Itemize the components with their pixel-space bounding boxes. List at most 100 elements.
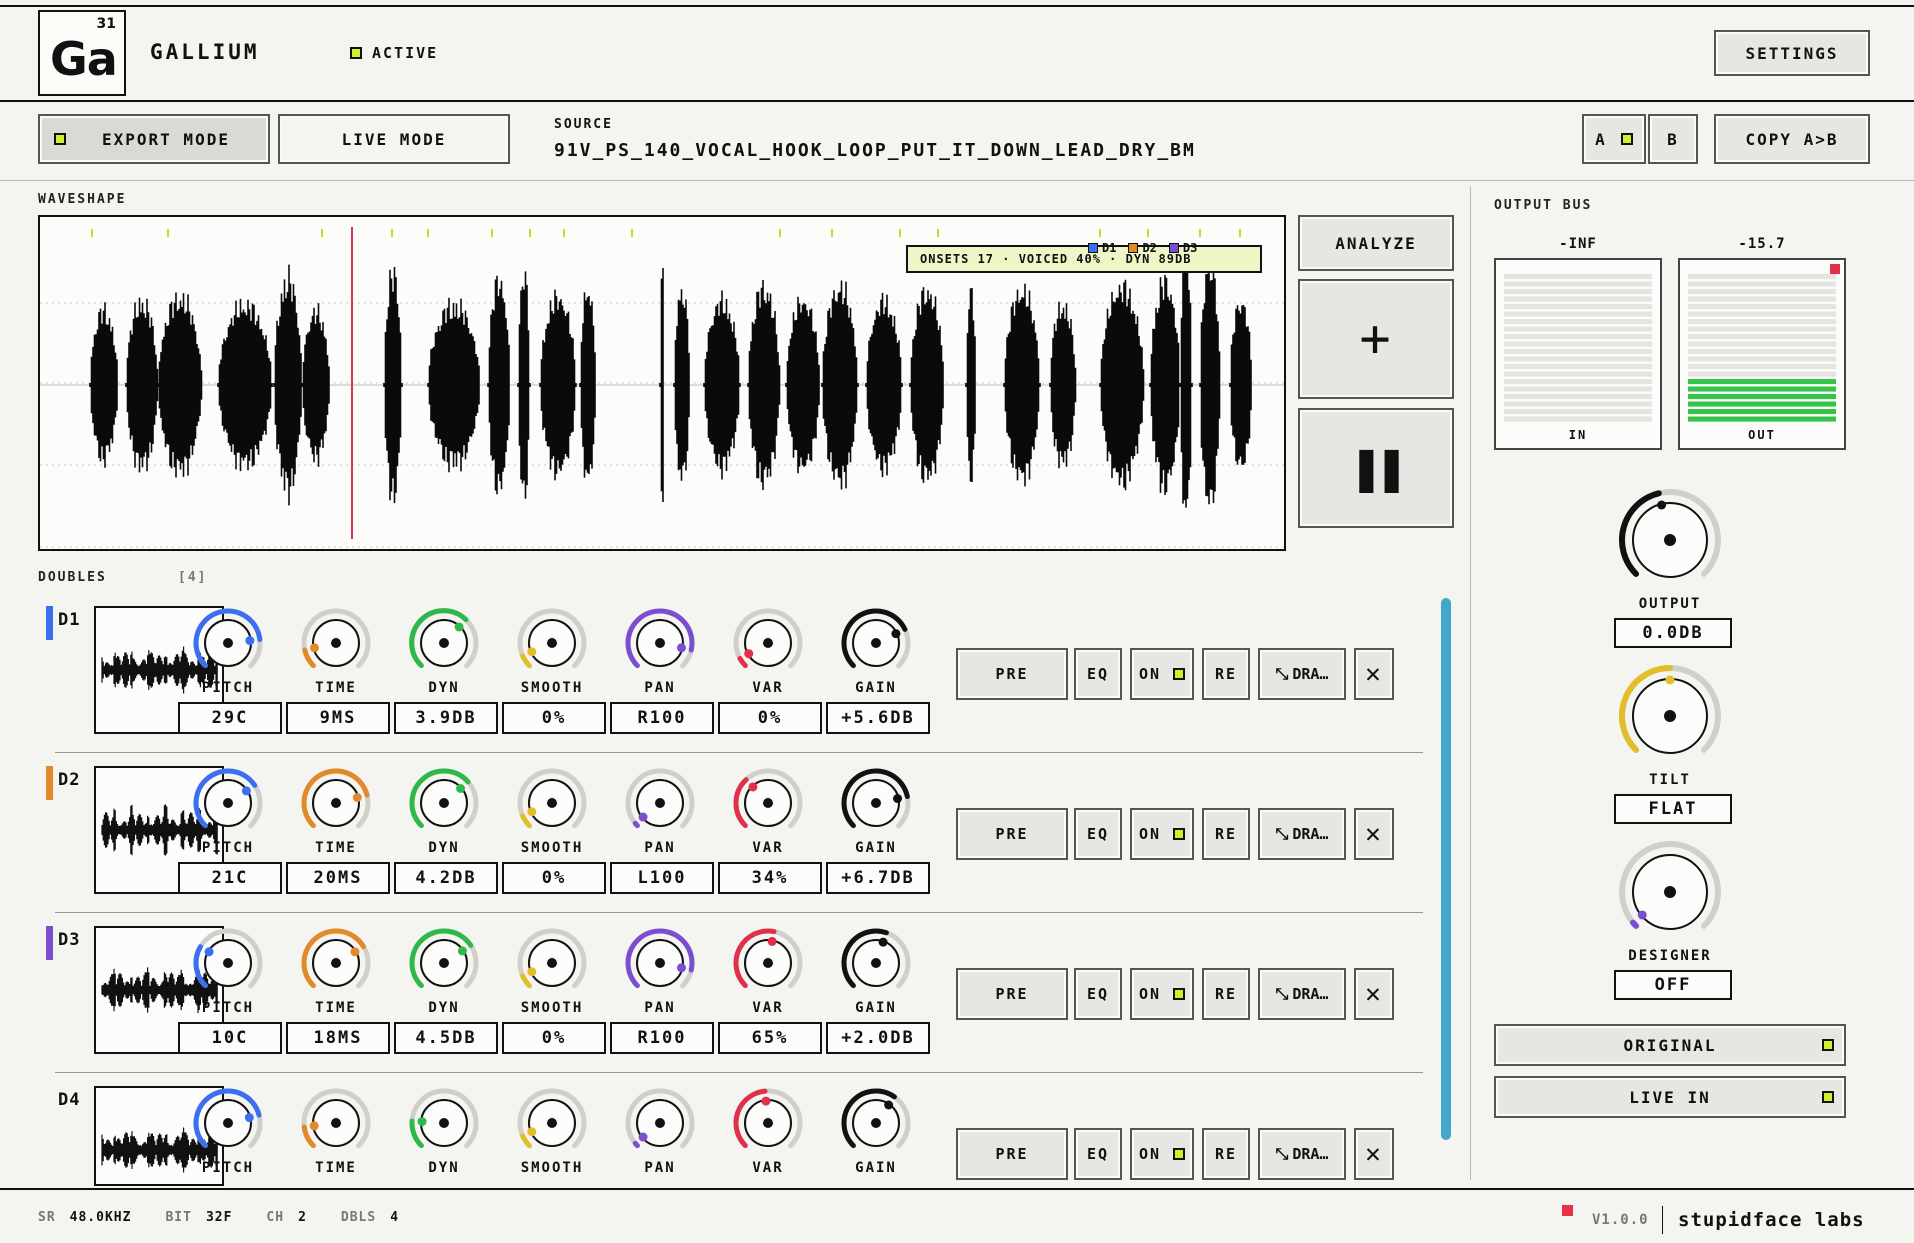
on-toggle[interactable]: ON bbox=[1130, 808, 1194, 860]
knob-value[interactable]: 29C bbox=[178, 702, 282, 734]
pan-knob[interactable] bbox=[620, 1086, 700, 1156]
knob-value[interactable]: L100 bbox=[610, 862, 714, 894]
knob-value[interactable]: +2.0DB bbox=[826, 1022, 930, 1054]
knob-value[interactable]: R100 bbox=[610, 1022, 714, 1054]
live-mode-button[interactable]: LIVE MODE bbox=[278, 114, 510, 164]
dyn-knob[interactable] bbox=[404, 1086, 484, 1156]
eq-button[interactable]: EQ bbox=[1074, 648, 1122, 700]
re-button[interactable]: RE bbox=[1202, 808, 1250, 860]
knob-value[interactable]: +5.6DB bbox=[826, 702, 930, 734]
pitch-knob[interactable] bbox=[188, 606, 268, 676]
on-toggle[interactable]: ON bbox=[1130, 1128, 1194, 1180]
gain-knob[interactable] bbox=[836, 1086, 916, 1156]
on-toggle[interactable]: ON bbox=[1130, 648, 1194, 700]
gain-knob[interactable] bbox=[836, 606, 916, 676]
gain-knob-pointer bbox=[884, 1100, 894, 1110]
re-button[interactable]: RE bbox=[1202, 968, 1250, 1020]
output-knob[interactable] bbox=[1614, 488, 1726, 588]
knob-value[interactable]: 3.9DB bbox=[394, 702, 498, 734]
input-meter: IN bbox=[1494, 258, 1662, 450]
dyn-knob[interactable] bbox=[404, 606, 484, 676]
knob-label: PITCH bbox=[201, 1160, 255, 1176]
output-knob-value[interactable]: 0.0DB bbox=[1614, 618, 1732, 648]
knob-value[interactable]: +6.7DB bbox=[826, 862, 930, 894]
pitch-knob[interactable] bbox=[188, 766, 268, 836]
pan-knob[interactable] bbox=[620, 606, 700, 676]
export-mode-button[interactable]: EXPORT MODE bbox=[38, 114, 270, 164]
waveform-display[interactable]: ONSETS 17 · VOICED 40% · DYN 89DB D1 D2 … bbox=[38, 215, 1286, 551]
pan-knob[interactable] bbox=[620, 926, 700, 996]
pan-knob[interactable] bbox=[620, 766, 700, 836]
var-knob[interactable] bbox=[728, 606, 808, 676]
eq-button[interactable]: EQ bbox=[1074, 808, 1122, 860]
preset-a-button[interactable]: A bbox=[1582, 114, 1646, 164]
knob-value[interactable]: 0% bbox=[502, 862, 606, 894]
knob-value[interactable]: 34% bbox=[718, 862, 822, 894]
on-toggle-label: ON bbox=[1138, 985, 1162, 1003]
designer-knob-value[interactable]: OFF bbox=[1614, 970, 1732, 1000]
knob-value[interactable]: 65% bbox=[718, 1022, 822, 1054]
drag-export-button[interactable]: ⤡ DRA… bbox=[1258, 648, 1346, 700]
re-button[interactable]: RE bbox=[1202, 648, 1250, 700]
knob-value[interactable]: 0% bbox=[502, 702, 606, 734]
time-knob[interactable] bbox=[296, 926, 376, 996]
drag-export-button[interactable]: ⤡ DRA… bbox=[1258, 1128, 1346, 1180]
remove-double-button[interactable]: ✕ bbox=[1354, 968, 1394, 1020]
remove-double-button[interactable]: ✕ bbox=[1354, 648, 1394, 700]
knob-value[interactable]: 4.2DB bbox=[394, 862, 498, 894]
on-toggle[interactable]: ON bbox=[1130, 968, 1194, 1020]
output-knob-pointer bbox=[1657, 500, 1667, 510]
analyze-button[interactable]: ANALYZE bbox=[1298, 215, 1454, 271]
smooth-knob[interactable] bbox=[512, 766, 592, 836]
pre-button[interactable]: PRE bbox=[956, 1128, 1068, 1180]
smooth-knob[interactable] bbox=[512, 606, 592, 676]
time-knob[interactable] bbox=[296, 606, 376, 676]
drag-export-button[interactable]: ⤡ DRA… bbox=[1258, 808, 1346, 860]
original-toggle[interactable]: ORIGINAL bbox=[1494, 1024, 1846, 1066]
var-knob[interactable] bbox=[728, 1086, 808, 1156]
smooth-knob[interactable] bbox=[512, 1086, 592, 1156]
knob-value[interactable]: 9MS bbox=[286, 702, 390, 734]
gain-knob[interactable] bbox=[836, 766, 916, 836]
drag-export-button[interactable]: ⤡ DRA… bbox=[1258, 968, 1346, 1020]
pause-button[interactable]: ❚❚ bbox=[1298, 408, 1454, 528]
pre-button[interactable]: PRE bbox=[956, 968, 1068, 1020]
eq-button[interactable]: EQ bbox=[1074, 968, 1122, 1020]
double-knob-time: TIME 9MS bbox=[286, 606, 390, 734]
knob-value[interactable]: 18MS bbox=[286, 1022, 390, 1054]
live-in-toggle[interactable]: LIVE IN bbox=[1494, 1076, 1846, 1118]
add-double-button[interactable]: + bbox=[1298, 279, 1454, 399]
preset-a-label: A bbox=[1595, 129, 1607, 149]
var-knob[interactable] bbox=[728, 766, 808, 836]
pre-button[interactable]: PRE bbox=[956, 648, 1068, 700]
doubles-scrollbar[interactable] bbox=[1441, 598, 1451, 1140]
gain-knob[interactable] bbox=[836, 926, 916, 996]
tilt-knob-value[interactable]: FLAT bbox=[1614, 794, 1732, 824]
var-knob[interactable] bbox=[728, 926, 808, 996]
tilt-knob[interactable] bbox=[1614, 664, 1726, 764]
settings-button[interactable]: SETTINGS bbox=[1714, 30, 1870, 76]
eq-button[interactable]: EQ bbox=[1074, 1128, 1122, 1180]
knob-value[interactable]: 0% bbox=[718, 702, 822, 734]
pitch-knob[interactable] bbox=[188, 1086, 268, 1156]
preset-b-button[interactable]: B bbox=[1648, 114, 1698, 164]
pre-button[interactable]: PRE bbox=[956, 808, 1068, 860]
knob-value[interactable]: 20MS bbox=[286, 862, 390, 894]
remove-double-button[interactable]: ✕ bbox=[1354, 1128, 1394, 1180]
pitch-knob[interactable] bbox=[188, 926, 268, 996]
knob-value[interactable]: R100 bbox=[610, 702, 714, 734]
knob-value[interactable]: 21C bbox=[178, 862, 282, 894]
copy-a-to-b-button[interactable]: COPY A>B bbox=[1714, 114, 1870, 164]
designer-knob[interactable] bbox=[1614, 840, 1726, 940]
remove-double-button[interactable]: ✕ bbox=[1354, 808, 1394, 860]
meter-segment bbox=[1688, 394, 1836, 400]
dyn-knob[interactable] bbox=[404, 926, 484, 996]
knob-value[interactable]: 4.5DB bbox=[394, 1022, 498, 1054]
dyn-knob[interactable] bbox=[404, 766, 484, 836]
knob-value[interactable]: 0% bbox=[502, 1022, 606, 1054]
time-knob[interactable] bbox=[296, 766, 376, 836]
time-knob[interactable] bbox=[296, 1086, 376, 1156]
smooth-knob[interactable] bbox=[512, 926, 592, 996]
knob-value[interactable]: 10C bbox=[178, 1022, 282, 1054]
re-button[interactable]: RE bbox=[1202, 1128, 1250, 1180]
